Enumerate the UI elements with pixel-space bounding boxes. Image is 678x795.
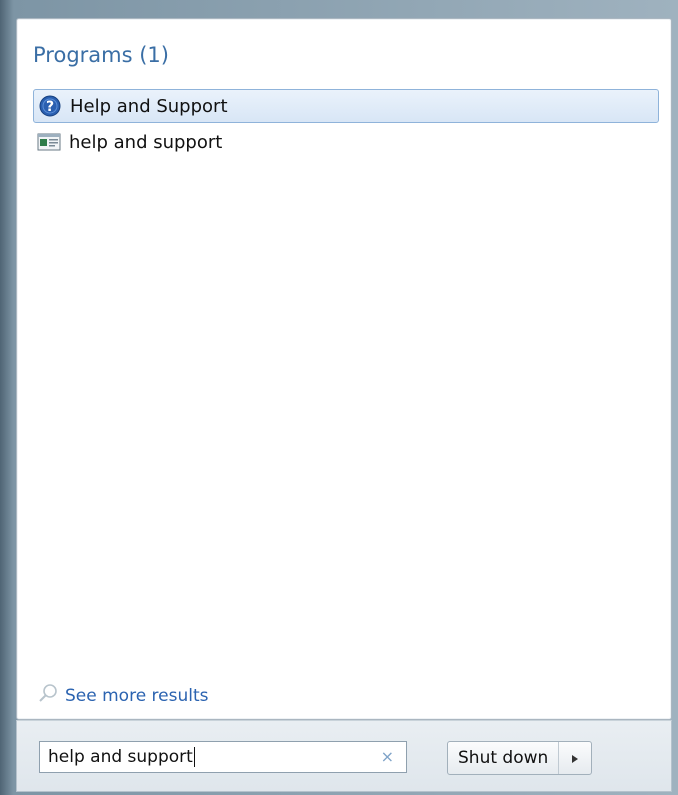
shut-down-button[interactable]: Shut down (448, 742, 560, 774)
start-menu-bottom-bar: help and support × Shut down (16, 720, 672, 792)
result-item-help-and-support-file[interactable]: help and support (33, 125, 659, 159)
see-more-results-label: See more results (65, 685, 209, 706)
svg-text:?: ? (46, 99, 54, 115)
play-arrow-icon (570, 749, 580, 768)
help-icon: ? (38, 94, 62, 118)
search-icon (37, 682, 59, 709)
result-item-label: help and support (69, 131, 223, 153)
section-title: Programs (1) (33, 43, 169, 67)
clear-icon[interactable]: × (381, 747, 394, 766)
shutdown-split-button: Shut down (447, 741, 593, 775)
search-input[interactable]: help and support × (39, 741, 407, 773)
text-caret (193, 747, 195, 767)
see-more-results-link[interactable]: See more results (37, 682, 209, 709)
search-input-value: help and support (48, 747, 193, 767)
start-menu-frame: Programs (1) ? Help and Support help and… (0, 0, 678, 795)
window-icon (37, 130, 61, 154)
search-results-panel: Programs (1) ? Help and Support help and… (16, 18, 672, 720)
shutdown-options-button[interactable] (559, 742, 591, 774)
result-item-label: Help and Support (70, 95, 228, 117)
result-item-help-and-support[interactable]: ? Help and Support (33, 89, 659, 123)
